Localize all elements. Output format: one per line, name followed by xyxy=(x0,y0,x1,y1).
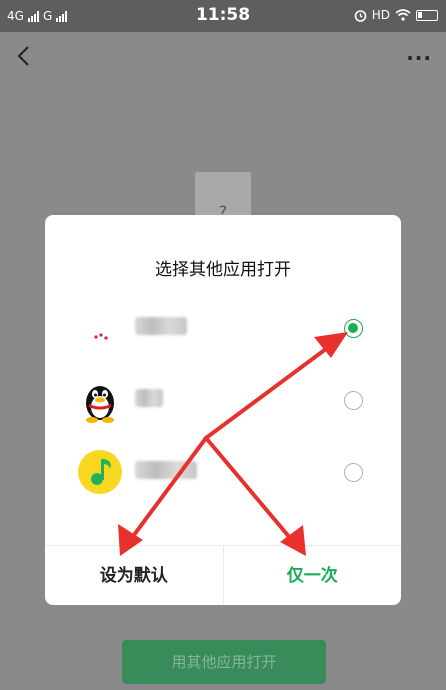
app-radio-3[interactable] xyxy=(344,463,363,482)
app-name-blurred xyxy=(135,317,187,335)
qq-music-icon xyxy=(78,450,122,494)
app-chooser-dialog: 选择其他应用打开 设为默认 仅一次 xyxy=(45,215,401,605)
status-bar: 4G G 11:58 HD xyxy=(0,0,446,32)
app-name-blurred xyxy=(135,461,197,479)
dialog-footer: 设为默认 仅一次 xyxy=(45,545,401,605)
alarm-icon xyxy=(354,9,367,22)
app-bar: ··· xyxy=(0,32,446,80)
back-arrow-icon[interactable] xyxy=(14,44,34,68)
hd-label: HD xyxy=(371,8,390,22)
status-right: HD xyxy=(354,8,438,22)
app-option-row-3[interactable] xyxy=(45,439,401,509)
wifi-icon xyxy=(395,9,411,21)
app-option-row-2[interactable] xyxy=(45,367,401,437)
battery-icon xyxy=(416,9,438,21)
set-default-button[interactable]: 设为默认 xyxy=(45,546,224,605)
dialog-title: 选择其他应用打开 xyxy=(155,260,291,280)
app-name-blurred xyxy=(135,389,163,407)
app-radio-2[interactable] xyxy=(344,391,363,410)
open-with-other-app-button[interactable]: 用其他应用打开 xyxy=(122,640,326,684)
just-once-button[interactable]: 仅一次 xyxy=(224,546,402,605)
app-icon-red-dots xyxy=(94,333,108,340)
qq-icon xyxy=(86,386,114,423)
app-radio-1[interactable] xyxy=(344,319,363,338)
app-option-row-1[interactable] xyxy=(45,295,401,365)
more-options-icon[interactable]: ··· xyxy=(406,46,432,70)
